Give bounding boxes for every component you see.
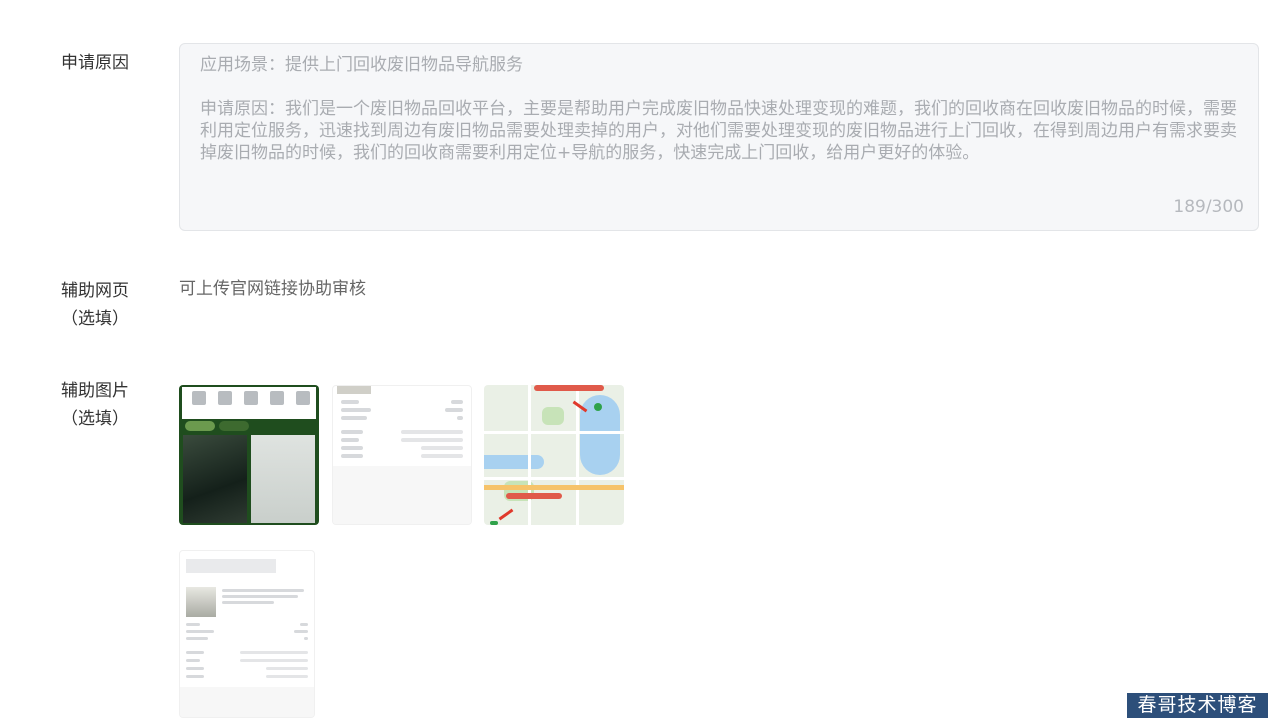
receipt-line — [186, 667, 204, 670]
map-label-red — [506, 493, 562, 499]
category-icon — [192, 391, 206, 405]
web-link-hint[interactable]: 可上传官网链接协助审核 — [179, 274, 366, 299]
image-thumbnail-order-detail[interactable] — [179, 550, 315, 718]
receipt-line — [401, 430, 463, 434]
receipt-line — [186, 623, 200, 626]
map-park — [542, 407, 564, 425]
receipt-footer — [333, 466, 471, 524]
location-pin-icon — [594, 403, 602, 411]
image-thumbnail-map[interactable] — [484, 385, 624, 525]
receipt-line — [341, 438, 359, 442]
phone-photo — [183, 435, 247, 523]
receipt-line — [451, 400, 463, 404]
fridge-photo — [251, 435, 315, 523]
map-road — [484, 431, 624, 434]
receipt-line — [240, 651, 308, 654]
receipt-line — [341, 430, 363, 434]
receipt-footer — [180, 687, 314, 717]
receipt-line — [186, 651, 204, 654]
blurred-header — [186, 559, 276, 573]
reason-label-text: 申请原因 — [61, 53, 129, 73]
receipt-line — [457, 416, 463, 420]
web-label: 辅助网页 （选填） — [55, 277, 135, 333]
receipt-line — [341, 400, 359, 404]
receipt-line — [186, 630, 214, 633]
reason-label: 申请原因 — [55, 49, 135, 77]
receipt-line — [186, 675, 204, 678]
receipt-line — [421, 446, 463, 450]
receipt-line — [186, 637, 208, 640]
receipt-line — [401, 438, 463, 442]
image-label-optional: （选填） — [61, 409, 129, 429]
watermark: 春哥技术博客 — [1127, 693, 1268, 718]
image-label: 辅助图片 （选填） — [55, 377, 135, 433]
image-thumbnail-app-screenshot[interactable] — [179, 385, 319, 525]
category-icon — [296, 391, 310, 405]
receipt-line — [341, 408, 371, 412]
reason-textarea[interactable]: 应用场景：提供上门回收废旧物品导航服务 申请原因：我们是一个废旧物品回收平台，主… — [179, 43, 1259, 231]
product-photo — [186, 587, 216, 617]
category-icon — [270, 391, 284, 405]
map-highway — [484, 485, 624, 490]
message-line — [222, 589, 304, 592]
web-label-text: 辅助网页 — [61, 281, 129, 301]
tab-pill — [185, 421, 215, 431]
reason-line-scenario: 应用场景：提供上门回收废旧物品导航服务 — [200, 55, 523, 75]
map-water — [484, 455, 544, 469]
char-counter: 189/300 — [1173, 197, 1244, 217]
map-road — [528, 385, 531, 525]
receipt-line — [304, 637, 308, 640]
reason-line-reason: 申请原因：我们是一个废旧物品回收平台，主要是帮助用户完成废旧物品快速处理变现的难… — [200, 99, 1237, 163]
receipt-line — [341, 446, 363, 450]
tab-pill — [219, 421, 249, 431]
category-icon — [244, 391, 258, 405]
receipt-line — [341, 416, 367, 420]
receipt-line — [294, 630, 308, 633]
receipt-line — [300, 623, 308, 626]
receipt-line — [186, 659, 200, 662]
receipt-line — [266, 675, 308, 678]
receipt-line — [421, 454, 463, 458]
receipt-line — [240, 659, 308, 662]
receipt-line — [341, 454, 363, 458]
message-line — [222, 601, 274, 604]
web-label-optional: （选填） — [61, 309, 129, 329]
map-road — [484, 477, 624, 480]
image-thumbnail-order-receipt[interactable] — [332, 385, 472, 525]
receipt-line — [266, 667, 308, 670]
message-line — [222, 595, 298, 598]
location-pin-icon — [490, 521, 498, 525]
receipt-line — [445, 408, 463, 412]
category-icon — [218, 391, 232, 405]
category-bar — [182, 387, 316, 419]
product-photo — [337, 386, 371, 394]
map-label-red — [534, 385, 604, 391]
image-label-text: 辅助图片 — [61, 381, 129, 401]
arrow-icon — [498, 508, 514, 521]
